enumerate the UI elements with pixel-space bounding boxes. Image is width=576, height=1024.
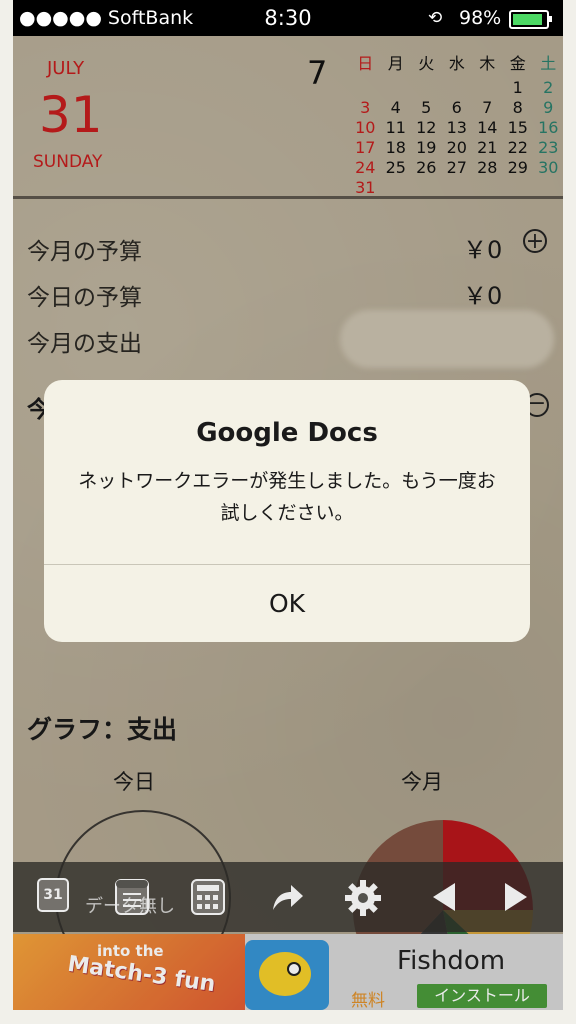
app-frame: ●●●●● SoftBank 8:30 ⟲ 98% JULY 31 SUNDAY… — [13, 0, 563, 1010]
battery-percent: 98% — [459, 7, 502, 29]
rotation-lock-icon: ⟲ — [428, 8, 443, 28]
alert-ok-button[interactable]: OK — [44, 565, 530, 642]
alert-dialog: Google Docs ネットワークエラーが発生しました。もう一度お試しください… — [44, 380, 530, 642]
status-bar: ●●●●● SoftBank 8:30 ⟲ 98% — [13, 0, 563, 36]
alert-message: ネットワークエラーが発生しました。もう一度お試しください。 — [78, 470, 496, 524]
battery-fill — [513, 14, 543, 25]
battery-icon — [509, 10, 552, 29]
alert-title: Google Docs — [196, 418, 378, 448]
